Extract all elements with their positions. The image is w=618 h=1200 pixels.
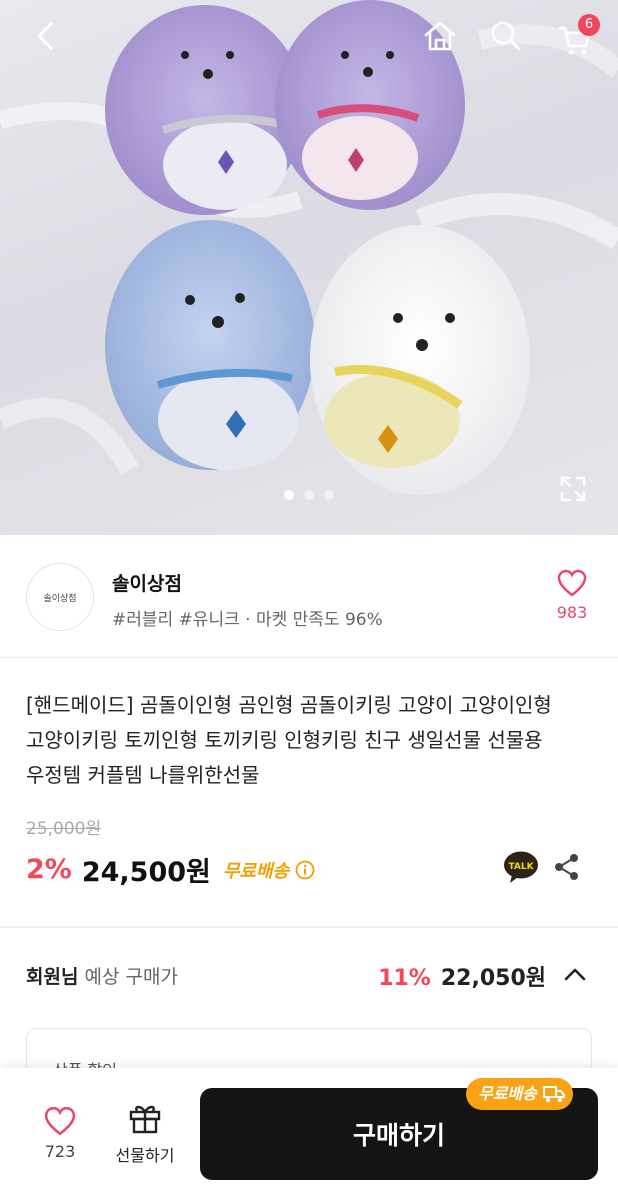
- gallery-dot[interactable]: [324, 490, 334, 500]
- search-button[interactable]: [484, 14, 528, 58]
- discount-rate: 2%: [26, 854, 72, 885]
- product-title: [핸드메이드] 곰돌이인형 곰인형 곰돌이키링 고양이 고양이인형 고양이키링 …: [26, 693, 552, 787]
- member-label-rest: 예상 구매가: [78, 966, 178, 988]
- section-divider: [0, 926, 618, 928]
- home-button[interactable]: [418, 14, 462, 58]
- chevron-up-icon[interactable]: [562, 962, 588, 988]
- store-like-button[interactable]: 983: [550, 569, 594, 622]
- gift-label: 선물하기: [115, 1146, 175, 1165]
- heart-icon: [557, 569, 587, 597]
- sale-price: 24,500원: [81, 857, 211, 888]
- store-info[interactable]: 솔이상점 솔이상점 #러블리 #유니크 · 마켓 만족도 96% 983: [0, 535, 618, 658]
- truck-icon: [542, 1086, 565, 1103]
- cart-button[interactable]: 6: [550, 14, 600, 58]
- info-icon[interactable]: [295, 860, 315, 880]
- member-expected-price-label: 회원님 예상 구매가: [26, 962, 178, 989]
- heart-icon: [44, 1106, 76, 1136]
- search-icon: [491, 21, 521, 51]
- back-button[interactable]: [24, 14, 68, 58]
- free-shipping-badge: 무료배송: [466, 1078, 573, 1110]
- store-name[interactable]: 솔이상점: [112, 569, 182, 596]
- store-logo[interactable]: 솔이상점: [26, 563, 94, 631]
- expand-image-button[interactable]: [552, 468, 594, 510]
- store-logo-text: 솔이상점: [43, 593, 77, 604]
- free-shipping-label: 무료배송: [222, 860, 290, 882]
- original-price: 25,000원: [26, 819, 102, 839]
- kakao-talk-icon[interactable]: TALK: [503, 850, 539, 884]
- product-image-gallery[interactable]: 6: [0, 0, 618, 535]
- gallery-pagination: [0, 490, 618, 500]
- svg-text:TALK: TALK: [508, 862, 534, 872]
- gift-button[interactable]: 선물하기: [106, 1102, 184, 1166]
- member-discount-rate: 11%: [378, 966, 431, 991]
- home-icon: [424, 21, 456, 51]
- gift-icon: [129, 1105, 161, 1134]
- store-like-count: 983: [556, 603, 588, 622]
- cart-count-badge: 6: [578, 14, 600, 36]
- share-icon[interactable]: [552, 852, 582, 882]
- price-row: 2% 24,500원 무료배송: [26, 850, 315, 889]
- expand-icon: [560, 476, 586, 502]
- product-like-button[interactable]: 723: [30, 1106, 90, 1161]
- product-like-count: 723: [44, 1142, 76, 1161]
- product-photo: [0, 0, 618, 495]
- store-tags: #러블리 #유니크 · 마켓 만족도 96%: [112, 610, 383, 630]
- member-price-value: 22,050원: [440, 966, 546, 991]
- gallery-dot-active[interactable]: [284, 490, 294, 500]
- gallery-dot[interactable]: [304, 490, 314, 500]
- member-price: 11% 22,050원: [378, 960, 546, 992]
- free-shipping-badge-label: 무료배송: [478, 1084, 537, 1103]
- chevron-left-icon: [37, 22, 53, 50]
- member-label-bold: 회원님: [26, 966, 79, 988]
